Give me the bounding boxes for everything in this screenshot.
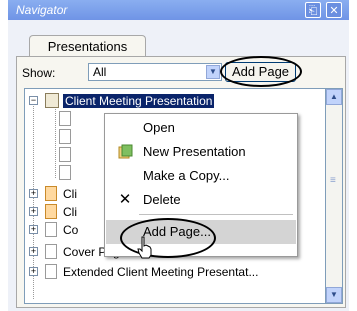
tree-row-extended-client-meeting[interactable]: + Extended Client Meeting Presentat... — [25, 263, 325, 281]
orange-page-icon — [45, 186, 57, 201]
expand-icon[interactable]: + — [29, 247, 38, 256]
scroll-up-icon[interactable]: ▲ — [326, 89, 342, 105]
title-bar: Navigator ⎗ ✕ — [8, 0, 349, 20]
menu-item-make-a-copy[interactable]: Make a Copy... — [106, 164, 296, 188]
expand-icon[interactable]: + — [29, 267, 38, 276]
delete-x-icon: ✕ — [118, 191, 132, 208]
new-presentation-icon — [117, 144, 133, 160]
scroll-grip-icon[interactable]: ≡ — [330, 175, 336, 186]
page-icon — [59, 147, 71, 162]
window-title: Navigator — [16, 3, 68, 17]
menu-separator — [139, 214, 293, 215]
navigator-window: Navigator ⎗ ✕ Presentations Show: All ▼ … — [8, 0, 349, 311]
orange-page-icon — [45, 204, 57, 219]
expand-icon[interactable]: + — [29, 207, 38, 216]
collapse-icon[interactable]: − — [29, 96, 38, 105]
show-filter-value: All — [93, 65, 107, 79]
highlight-circle-add-page — [220, 56, 302, 87]
page-icon — [59, 165, 71, 180]
menu-item-delete[interactable]: ✕ Delete — [106, 188, 296, 212]
page-icon — [45, 244, 57, 259]
page-icon — [59, 129, 71, 144]
menu-item-new-presentation[interactable]: New Presentation — [106, 140, 296, 164]
chevron-down-icon[interactable]: ▼ — [206, 65, 220, 79]
show-filter-select[interactable]: All ▼ — [88, 63, 222, 81]
hand-cursor-icon — [137, 236, 152, 259]
book-icon — [45, 93, 59, 108]
tab-presentations[interactable]: Presentations — [29, 35, 146, 57]
tree-row-client-meeting-presentation[interactable]: − Client Meeting Presentation — [25, 92, 325, 110]
scroll-down-icon[interactable]: ▼ — [326, 287, 342, 303]
expand-icon[interactable]: + — [29, 225, 38, 234]
show-label: Show: — [22, 66, 56, 80]
tree-scrollbar[interactable]: ▲ ≡ ▼ — [326, 88, 343, 304]
pin-icon[interactable]: ⎗ — [305, 2, 321, 18]
page-icon — [45, 222, 57, 237]
menu-item-open[interactable]: Open — [106, 116, 296, 140]
page-icon — [45, 264, 57, 279]
close-icon[interactable]: ✕ — [326, 2, 342, 18]
page-icon — [59, 111, 71, 126]
expand-icon[interactable]: + — [29, 189, 38, 198]
highlight-circle-menu-add-page — [120, 218, 216, 258]
